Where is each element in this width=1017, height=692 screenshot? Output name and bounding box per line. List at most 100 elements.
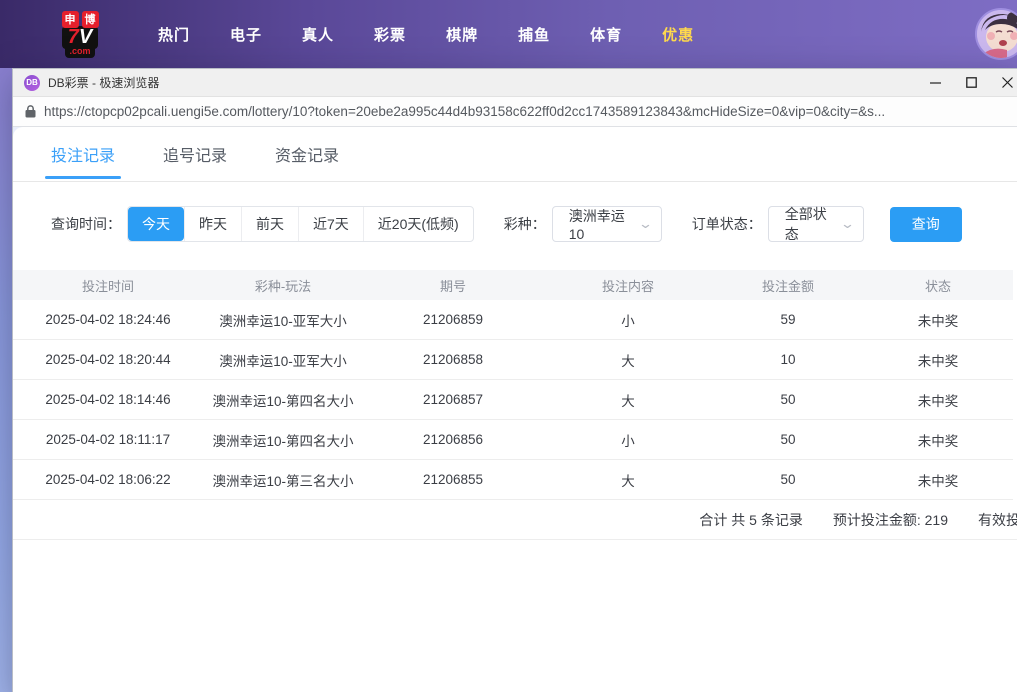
table-row: 2025-04-02 18:20:44澳洲幸运10-亚军大小21206858大1… [13,340,1013,380]
table-header-cell: 投注时间 [13,276,203,295]
table-cell: 小 [543,310,713,330]
time-filter-label: 查询时间： [51,214,121,234]
lottery-filter-label: 彩种： [504,214,546,234]
time-option-day-before[interactable]: 前天 [241,207,298,241]
time-option-today[interactable]: 今天 [128,207,184,241]
tab-chase-records[interactable]: 追号记录 [163,127,227,181]
logo-com: .com [65,47,94,58]
user-avatar[interactable] [975,8,1017,60]
bet-records-table: 投注时间彩种-玩法期号投注内容投注金额状态 2025-04-02 18:24:4… [13,270,1013,540]
time-option-7days[interactable]: 近7天 [298,207,363,241]
table-cell: 2025-04-02 18:14:46 [13,392,203,407]
table-cell: 21206858 [363,352,543,367]
table-cell: 未中奖 [863,350,1013,370]
time-filter-group: 今天 昨天 前天 近7天 近20天(低频) [127,206,474,242]
table-cell: 21206856 [363,432,543,447]
table-cell: 大 [543,390,713,410]
table-header-cell: 期号 [363,276,543,295]
table-row: 2025-04-02 18:06:22澳洲幸运10-第三名大小21206855大… [13,460,1013,500]
search-button[interactable]: 查询 [890,207,962,242]
table-header-cell: 状态 [863,276,1013,295]
table-cell: 澳洲幸运10-亚军大小 [203,310,363,330]
order-status-select[interactable]: 全部状态 ⌄ [768,206,864,242]
table-cell: 2025-04-02 18:24:46 [13,312,203,327]
nav-item-live[interactable]: 真人 [282,14,354,55]
table-cell: 澳洲幸运10-第四名大小 [203,390,363,410]
records-table-body: 2025-04-02 18:24:46澳洲幸运10-亚军大小21206859小5… [13,300,1013,500]
order-status-value: 全部状态 [785,204,834,244]
table-cell: 10 [713,352,863,367]
summary-total-records: 合计 共 5 条记录 [699,510,802,530]
filter-bar: 查询时间： 今天 昨天 前天 近7天 近20天(低频) 彩种： 澳洲幸运10 ⌄… [51,206,1017,242]
table-summary-row: 合计 共 5 条记录 预计投注金额: 219 有效投注 [13,500,1017,540]
table-cell: 2025-04-02 18:11:17 [13,432,203,447]
browser-titlebar[interactable]: DB DB彩票 - 极速浏览器 [13,69,1017,97]
url-text[interactable]: https://ctopcp02pcali.uengi5e.com/lotter… [44,104,885,119]
order-status-label: 订单状态： [692,214,762,234]
lottery-select[interactable]: 澳洲幸运10 ⌄ [552,206,662,242]
table-cell: 澳洲幸运10-亚军大小 [203,350,363,370]
browser-urlbar[interactable]: https://ctopcp02pcali.uengi5e.com/lotter… [13,97,1017,127]
browser-window: DB DB彩票 - 极速浏览器 https://ctopcp02pcali.ue… [12,68,1017,692]
table-cell: 21206857 [363,392,543,407]
table-cell: 未中奖 [863,430,1013,450]
nav-item-hot[interactable]: 热门 [138,14,210,55]
table-cell: 澳洲幸运10-第三名大小 [203,470,363,490]
maximize-icon[interactable] [953,69,989,96]
table-cell: 59 [713,312,863,327]
lock-icon [25,105,36,118]
table-header-cell: 投注金额 [713,276,863,295]
table-cell: 澳洲幸运10-第四名大小 [203,430,363,450]
table-cell: 未中奖 [863,390,1013,410]
summary-valid-amount: 有效投注 [978,510,1017,530]
logo-badge-shen: 申 [62,11,79,28]
browser-viewport: 投注记录 追号记录 资金记录 查询时间： 今天 昨天 前天 近7天 近20天(低… [13,127,1017,692]
records-tabs: 投注记录 追号记录 资金记录 [13,127,1017,182]
table-cell: 2025-04-02 18:06:22 [13,472,203,487]
chevron-down-icon: ⌄ [638,216,653,232]
time-option-yesterday[interactable]: 昨天 [184,207,241,241]
logo-badges: 申 博 [62,11,99,28]
table-cell: 2025-04-02 18:20:44 [13,352,203,367]
main-nav: 热门 电子 真人 彩票 棋牌 捕鱼 体育 优惠 [138,14,714,55]
nav-item-lottery[interactable]: 彩票 [354,14,426,55]
table-cell: 50 [713,432,863,447]
nav-item-cards[interactable]: 棋牌 [426,14,498,55]
nav-item-fishing[interactable]: 捕鱼 [498,14,570,55]
table-row: 2025-04-02 18:24:46澳洲幸运10-亚军大小21206859小5… [13,300,1013,340]
table-cell: 50 [713,472,863,487]
tab-fund-records[interactable]: 资金记录 [275,127,339,181]
nav-item-promo[interactable]: 优惠 [642,14,714,55]
summary-estimated-amount: 预计投注金额: 219 [833,510,948,530]
table-cell: 未中奖 [863,310,1013,330]
close-icon[interactable] [989,69,1017,96]
browser-favicon-icon: DB [24,75,40,91]
table-cell: 21206859 [363,312,543,327]
browser-window-title: DB彩票 - 极速浏览器 [48,74,159,91]
table-cell: 小 [543,430,713,450]
table-header-cell: 彩种-玩法 [203,276,363,295]
logo-v: V [79,26,92,48]
avatar-illustration [977,10,1017,58]
nav-item-sports[interactable]: 体育 [570,14,642,55]
window-controls [917,69,1017,96]
table-cell: 未中奖 [863,470,1013,490]
table-row: 2025-04-02 18:14:46澳洲幸运10-第四名大小21206857大… [13,380,1013,420]
table-cell: 大 [543,350,713,370]
time-option-20days[interactable]: 近20天(低频) [363,207,473,241]
lottery-records-page: 投注记录 追号记录 资金记录 查询时间： 今天 昨天 前天 近7天 近20天(低… [13,127,1017,692]
nav-item-slots[interactable]: 电子 [210,14,282,55]
table-header-cell: 投注内容 [543,276,713,295]
logo-7: 7 [68,26,79,48]
table-cell: 50 [713,392,863,407]
minimize-icon[interactable] [917,69,953,96]
tab-bet-records[interactable]: 投注记录 [51,127,115,181]
table-header-row: 投注时间彩种-玩法期号投注内容投注金额状态 [13,270,1013,300]
table-cell: 大 [543,470,713,490]
lottery-select-value: 澳洲幸运10 [569,206,632,242]
table-cell: 21206855 [363,472,543,487]
site-logo[interactable]: 申 博 7V .com [50,11,110,58]
table-row: 2025-04-02 18:11:17澳洲幸运10-第四名大小21206856小… [13,420,1013,460]
logo-badge-bo: 博 [82,11,99,28]
chevron-down-icon: ⌄ [840,216,855,232]
